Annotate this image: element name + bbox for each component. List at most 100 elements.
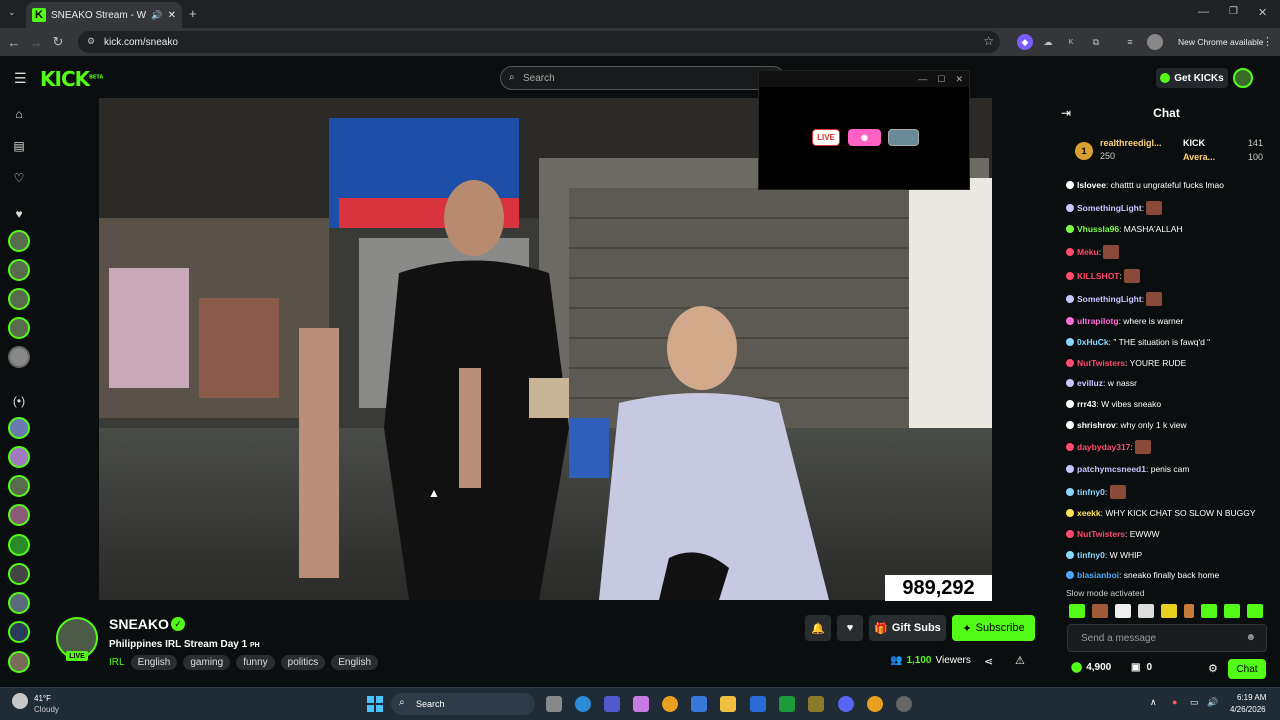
chat-username[interactable]: blasianboi — [1077, 570, 1119, 580]
weather-temp[interactable]: 41°F — [34, 694, 51, 703]
chat-username[interactable]: evilluz — [1077, 378, 1103, 388]
media-control-icon[interactable]: ≡ — [1122, 34, 1138, 50]
task-view-icon[interactable] — [546, 696, 562, 712]
channel-name[interactable]: SNEAKO — [109, 616, 169, 632]
forward-icon[interactable]: → — [25, 35, 47, 50]
chat-message-input[interactable]: Send a message ☻ — [1067, 624, 1267, 652]
bookmark-star-icon[interactable]: ☆ — [983, 34, 994, 48]
emote-icon[interactable] — [1161, 604, 1177, 618]
copilot-icon[interactable] — [633, 696, 649, 712]
emote-icon[interactable] — [1138, 604, 1154, 618]
chat-username[interactable]: SomethingLight — [1077, 203, 1142, 213]
recommended-channel-avatar[interactable] — [8, 534, 30, 556]
chat-username[interactable]: Vhussla96 — [1077, 224, 1119, 234]
site-info-icon[interactable]: ⚙ — [87, 36, 95, 47]
recommended-channel-avatar[interactable] — [8, 651, 30, 673]
weather-desc[interactable]: Cloudy — [34, 705, 59, 714]
notification-bell-button[interactable]: 🔔 — [805, 615, 831, 641]
url-field[interactable]: ⚙ kick.com/sneako ☆ — [78, 31, 1000, 53]
teams-icon[interactable] — [604, 696, 620, 712]
leader-name[interactable]: KICK — [1183, 138, 1205, 148]
tag-chip[interactable]: politics — [280, 655, 326, 670]
chat-settings-icon[interactable]: ⚙ — [1208, 662, 1218, 675]
tag-chip[interactable]: funny — [236, 655, 275, 670]
tab-close-icon[interactable]: ✕ — [168, 10, 176, 21]
chat-username[interactable]: patchymcsneed1 — [1077, 464, 1146, 474]
chat-username[interactable]: SomethingLight — [1077, 294, 1142, 304]
recommended-channel-avatar[interactable] — [8, 504, 30, 526]
category-link[interactable]: IRL — [109, 655, 125, 670]
recommended-channel-avatar[interactable] — [8, 446, 30, 468]
tray-chevron-icon[interactable]: ∧ — [1150, 697, 1157, 708]
browser-tab[interactable]: K SNEAKO Stream - Watch Li 🔊 ✕ — [26, 2, 182, 28]
back-icon[interactable]: ← — [3, 35, 25, 50]
hamburger-menu-icon[interactable]: ☰ — [14, 70, 27, 87]
minimize-icon[interactable]: — — [1198, 6, 1209, 18]
recommended-channel-avatar[interactable] — [8, 621, 30, 643]
window-close-icon[interactable]: ✕ — [1258, 6, 1267, 19]
extension-icon[interactable]: ◆ — [1017, 34, 1033, 50]
app-icon[interactable] — [808, 696, 824, 712]
chat-username[interactable]: tinfny0 — [1077, 550, 1105, 560]
chat-username[interactable]: xeekk — [1077, 508, 1101, 518]
get-kicks-button[interactable]: Get KICKs — [1156, 68, 1228, 88]
chat-send-button[interactable]: Chat — [1228, 659, 1266, 679]
file-explorer-icon[interactable] — [720, 696, 736, 712]
leader-name[interactable]: Avera... — [1183, 152, 1215, 162]
emote-icon[interactable] — [1201, 604, 1217, 618]
gift-subs-button[interactable]: 🎁 Gift Subs — [869, 615, 946, 641]
recommended-channel-avatar[interactable] — [8, 592, 30, 614]
kick-logo[interactable]: KICKBETA — [40, 67, 103, 91]
chrome-active-icon[interactable] — [867, 696, 883, 712]
chat-username[interactable]: Meku — [1077, 247, 1099, 257]
following-heart-icon[interactable]: ♡ — [9, 168, 29, 188]
chat-username[interactable]: tinfny0 — [1077, 487, 1105, 497]
emote-icon[interactable] — [1069, 604, 1085, 618]
recommended-channel-avatar[interactable] — [8, 417, 30, 439]
audio-icon[interactable]: 🔊 — [151, 10, 162, 21]
browse-icon[interactable]: ▤ — [9, 136, 29, 156]
followed-channel-avatar[interactable] — [8, 346, 30, 368]
extension-k-icon[interactable]: K — [1063, 34, 1079, 50]
chrome-icon[interactable] — [662, 696, 678, 712]
recommended-channel-avatar[interactable] — [8, 475, 30, 497]
user-avatar[interactable] — [1233, 68, 1253, 88]
discord-taskbar-icon[interactable] — [838, 696, 854, 712]
floating-popup-window[interactable]: — ☐ ✕ LIVE ◉ — [758, 70, 970, 190]
emote-icon[interactable] — [1115, 604, 1131, 618]
follow-heart-button[interactable]: ♥ — [837, 615, 863, 641]
tag-chip[interactable]: English — [130, 655, 178, 670]
mic-icon[interactable]: ● — [1172, 697, 1177, 707]
chat-username[interactable]: ultrapilotg — [1077, 316, 1119, 326]
popup-maximize-icon[interactable]: ☐ — [937, 74, 945, 85]
clock-date[interactable]: 4/26/2026 — [1230, 705, 1266, 714]
subscribe-button[interactable]: ✦ Subscribe — [952, 615, 1035, 641]
chat-username[interactable]: daybyday317 — [1077, 442, 1130, 452]
tag-chip[interactable]: gaming — [183, 655, 231, 670]
chrome-menu-icon[interactable]: ⋮ — [1262, 35, 1273, 48]
extensions-puzzle-icon[interactable]: ⧉ — [1088, 34, 1104, 50]
emote-icon[interactable] — [1184, 604, 1194, 618]
home-icon[interactable]: ⌂ — [9, 104, 29, 124]
popup-minimize-icon[interactable]: — — [918, 74, 927, 84]
chat-username[interactable]: 0xHuCk — [1077, 337, 1109, 347]
report-icon[interactable]: ⚠ — [1015, 654, 1025, 667]
emote-icon[interactable] — [1092, 604, 1108, 618]
profile-avatar[interactable] — [1147, 34, 1163, 50]
restore-icon[interactable]: ❐ — [1229, 6, 1238, 17]
followed-channel-avatar[interactable] — [8, 230, 30, 252]
followed-channel-avatar[interactable] — [8, 317, 30, 339]
leader-name[interactable]: realthreedigl... — [1100, 138, 1162, 148]
chat-username[interactable]: lslovee — [1077, 180, 1106, 190]
start-windows-icon[interactable] — [367, 696, 383, 712]
followed-channel-avatar[interactable] — [8, 288, 30, 310]
emote-icon[interactable] — [1247, 604, 1263, 618]
recommended-channel-avatar[interactable] — [8, 563, 30, 585]
app-icon[interactable] — [750, 696, 766, 712]
followed-channel-avatar[interactable] — [8, 259, 30, 281]
chat-username[interactable]: NutTwisters — [1077, 358, 1125, 368]
new-chrome-label[interactable]: New Chrome available — [1178, 37, 1264, 47]
sub-count[interactable]: ▣ 0 — [1131, 662, 1152, 673]
clock-time[interactable]: 6:19 AM — [1237, 693, 1266, 702]
chat-username[interactable]: NutTwisters — [1077, 529, 1125, 539]
